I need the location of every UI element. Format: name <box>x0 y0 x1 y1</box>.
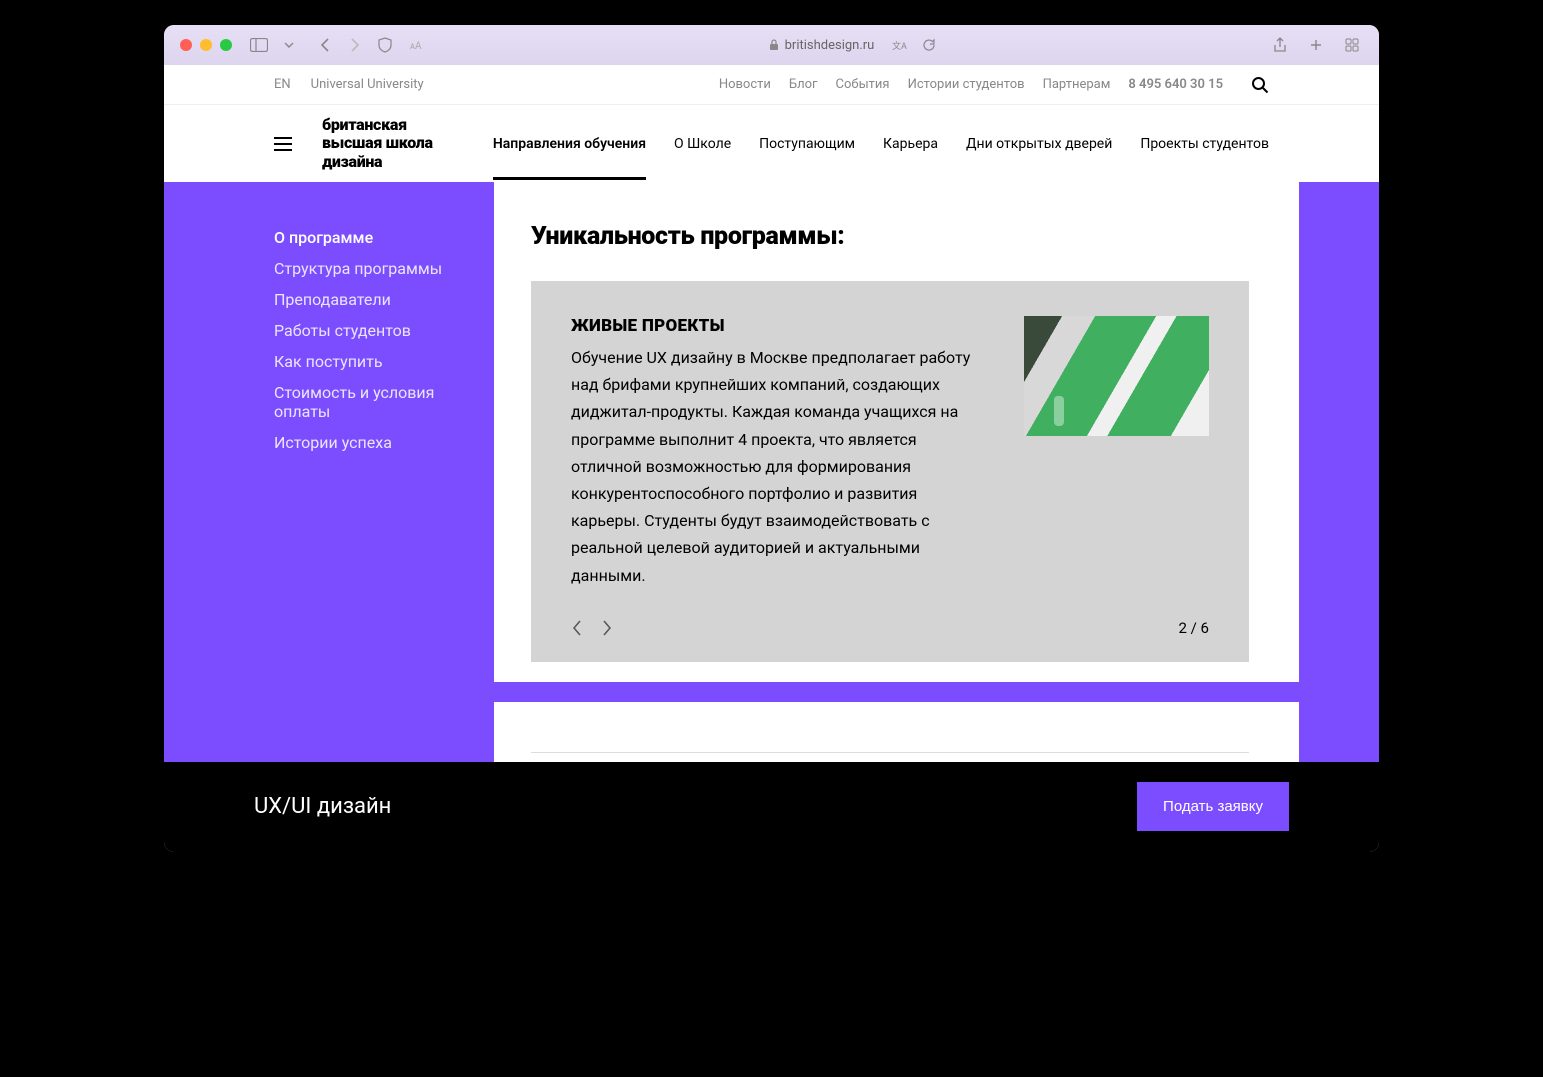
sidemenu-item-tutors[interactable]: Преподаватели <box>274 284 494 315</box>
tabs-grid-icon[interactable] <box>1341 38 1363 52</box>
nav-arrows <box>314 37 366 53</box>
search-icon[interactable] <box>1251 76 1269 94</box>
sidebar-toggle-icon[interactable] <box>246 38 272 52</box>
new-tab-icon[interactable] <box>1305 38 1327 52</box>
side-menu: О программе Структура программы Преподав… <box>164 182 494 762</box>
chevron-down-icon[interactable] <box>280 42 298 48</box>
shield-icon[interactable] <box>374 37 396 53</box>
card-title: ЖИВЫЕ ПРОЕКТЫ <box>571 316 984 336</box>
chrome-right-actions <box>1269 37 1363 53</box>
window-minimize-button[interactable] <box>200 39 212 51</box>
svg-text:文A: 文A <box>892 40 907 51</box>
sidemenu-item-pricing[interactable]: Стоимость и условия оплаты <box>274 377 494 427</box>
logo-line1: британская <box>322 116 433 134</box>
address-bar[interactable]: britishdesign.ru 文A <box>488 38 1221 53</box>
reload-icon[interactable] <box>918 38 940 52</box>
nav-item-about[interactable]: О Школе <box>674 108 731 180</box>
text-format-icon[interactable]: ᴀA <box>406 37 430 53</box>
nav-item-career[interactable]: Карьера <box>883 108 938 180</box>
right-accent-strip <box>1299 182 1379 762</box>
sidemenu-item-about[interactable]: О программе <box>274 222 494 253</box>
share-icon[interactable] <box>1269 37 1291 53</box>
prev-slide-button[interactable] <box>571 619 583 637</box>
topbar-link-blog[interactable]: Блог <box>789 77 818 92</box>
card-image <box>1024 316 1209 436</box>
logo-line2: высшая школа <box>322 134 433 152</box>
sticky-apply-bar: UX/UI дизайн Подать заявку <box>164 762 1379 852</box>
topbar-link-news[interactable]: Новости <box>719 77 771 92</box>
window-maximize-button[interactable] <box>220 39 232 51</box>
main-nav: британская высшая школа дизайна Направле… <box>164 105 1379 182</box>
logo-line3: дизайна <box>322 153 433 171</box>
topbar-link-partners[interactable]: Партнерам <box>1043 77 1111 92</box>
phone-number[interactable]: 8 495 640 30 15 <box>1128 77 1223 92</box>
logo[interactable]: британская высшая школа дизайна <box>322 116 433 171</box>
back-button[interactable] <box>314 37 336 53</box>
nav-item-directions[interactable]: Направления обучения <box>493 108 646 180</box>
url-host: britishdesign.ru <box>785 38 875 53</box>
browser-window: ᴀA britishdesign.ru 文A <box>164 25 1379 852</box>
sidemenu-item-success[interactable]: Истории успеха <box>274 427 494 458</box>
program-title: UX/UI дизайн <box>254 794 391 819</box>
card-description: Обучение UX дизайну в Москве предполагае… <box>571 344 984 589</box>
lang-switch[interactable]: EN <box>274 77 291 92</box>
sidemenu-item-works[interactable]: Работы студентов <box>274 315 494 346</box>
section-title: Уникальность программы: <box>531 222 1249 251</box>
sidemenu-item-structure[interactable]: Структура программы <box>274 253 494 284</box>
hamburger-menu-icon[interactable] <box>274 137 292 151</box>
apply-button[interactable]: Подать заявку <box>1137 782 1289 831</box>
browser-chrome: ᴀA britishdesign.ru 文A <box>164 25 1379 65</box>
slide-counter: 2 / 6 <box>1179 619 1210 637</box>
utility-bar: EN Universal University Новости Блог Соб… <box>164 65 1379 105</box>
next-slide-button[interactable] <box>601 619 613 637</box>
sidemenu-item-apply[interactable]: Как поступить <box>274 346 494 377</box>
topbar-link-events[interactable]: События <box>836 77 890 92</box>
nav-item-projects[interactable]: Проекты студентов <box>1140 108 1269 180</box>
nav-item-applicants[interactable]: Поступающим <box>759 108 855 180</box>
nav-item-opendays[interactable]: Дни открытых дверей <box>966 108 1112 180</box>
topbar-link-stories[interactable]: Истории студентов <box>908 77 1025 92</box>
traffic-lights <box>180 39 232 51</box>
translate-icon[interactable]: 文A <box>888 38 912 52</box>
feature-card: ЖИВЫЕ ПРОЕКТЫ Обучение UX дизайну в Моск… <box>531 281 1249 662</box>
forward-button[interactable] <box>344 37 366 53</box>
lock-icon <box>769 39 779 51</box>
parent-brand-link[interactable]: Universal University <box>311 77 424 92</box>
svg-text:ᴀA: ᴀA <box>410 41 422 52</box>
window-close-button[interactable] <box>180 39 192 51</box>
